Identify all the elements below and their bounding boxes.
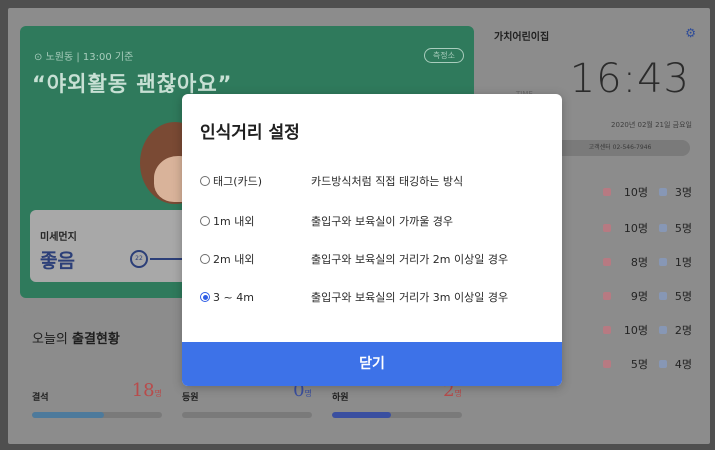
present-icon <box>603 326 611 334</box>
option-label: 1m 내외 <box>213 215 255 228</box>
recognition-distance-modal: 인식거리 설정 태그(카드) 카드방식처럼 직접 태깅하는 방식 1m 내외 출… <box>182 94 562 386</box>
app-screen: ⊙ 노원동 | 13:00 기준 측정소 “야외활동 괜찮아요” 미세먼지 좋음… <box>8 8 710 444</box>
dust-label: 미세먼지 <box>40 232 77 243</box>
attendance-progress-fill <box>32 412 104 418</box>
option-label: 태그(카드) <box>213 175 263 188</box>
attendance-label: 하원 <box>332 393 349 403</box>
present-icon <box>603 292 611 300</box>
present-icon <box>603 258 611 266</box>
station-pill[interactable]: 측정소 <box>423 48 464 63</box>
class-row[interactable]: 9명 5명 <box>603 286 692 306</box>
class-row[interactable]: 10명 2명 <box>603 320 692 340</box>
class-row[interactable]: 10명 3명 <box>603 182 692 202</box>
attendance-title: 오늘의 출결현황 <box>32 332 120 347</box>
absent-icon <box>659 188 667 196</box>
option-description: 출입구와 보육실의 거리가 3m 이상일 경우 <box>311 291 509 304</box>
present-icon <box>603 360 611 368</box>
option-label: 3 ~ 4m <box>213 290 254 304</box>
absent-icon <box>659 326 667 334</box>
option-2m[interactable]: 2m 내외 출입구와 보육실의 거리가 2m 이상일 경우 <box>200 250 550 268</box>
weather-location: ⊙ 노원동 | 13:00 기준 <box>34 52 134 63</box>
attendance-progress-bar <box>332 412 462 418</box>
absent-icon <box>659 360 667 368</box>
close-button[interactable]: 닫기 <box>182 342 562 386</box>
attendance-value: 18명 <box>131 380 162 401</box>
attendance-progress-fill <box>332 412 391 418</box>
radio-button[interactable] <box>200 176 210 186</box>
radio-button[interactable] <box>200 292 210 302</box>
option-3-4m[interactable]: 3 ~ 4m 출입구와 보육실의 거리가 3m 이상일 경우 <box>200 288 550 306</box>
radio-button[interactable] <box>200 216 210 226</box>
absent-icon <box>659 258 667 266</box>
absent-icon <box>659 292 667 300</box>
class-row[interactable]: 8명 1명 <box>603 252 692 272</box>
clock: 16:43 <box>569 56 690 102</box>
gear-icon[interactable]: ⚙ <box>685 26 696 40</box>
attendance-label: 결석 <box>32 393 49 403</box>
attendance-progress-bar <box>32 412 162 418</box>
modal-title: 인식거리 설정 <box>200 123 300 143</box>
option-1m[interactable]: 1m 내외 출입구와 보육실이 가까울 경우 <box>200 212 550 230</box>
location-pin-icon: ⊙ <box>34 52 46 63</box>
present-icon <box>603 188 611 196</box>
center-name: 가치어린이집 <box>494 32 550 43</box>
radio-button[interactable] <box>200 254 210 264</box>
option-description: 카드방식처럼 직접 태깅하는 방식 <box>311 175 464 188</box>
option-description: 출입구와 보육실의 거리가 2m 이상일 경우 <box>311 253 509 266</box>
present-icon <box>603 224 611 232</box>
attendance-progress-bar <box>182 412 312 418</box>
contact-pill: 고객센터 02-546-7946 <box>550 140 690 156</box>
date-text: 2020년 02월 21일 금요일 <box>611 121 692 129</box>
dust-value: 좋음 <box>40 250 75 272</box>
absent-icon <box>659 224 667 232</box>
class-row[interactable]: 5명 4명 <box>603 354 692 374</box>
option-label: 2m 내외 <box>213 253 255 266</box>
option-tag-card[interactable]: 태그(카드) 카드방식처럼 직접 태깅하는 방식 <box>200 172 550 190</box>
dust-badge: 22 <box>130 250 148 268</box>
class-row[interactable]: 10명 5명 <box>603 218 692 238</box>
option-description: 출입구와 보육실이 가까울 경우 <box>311 215 454 228</box>
attendance-label: 등원 <box>182 393 199 403</box>
